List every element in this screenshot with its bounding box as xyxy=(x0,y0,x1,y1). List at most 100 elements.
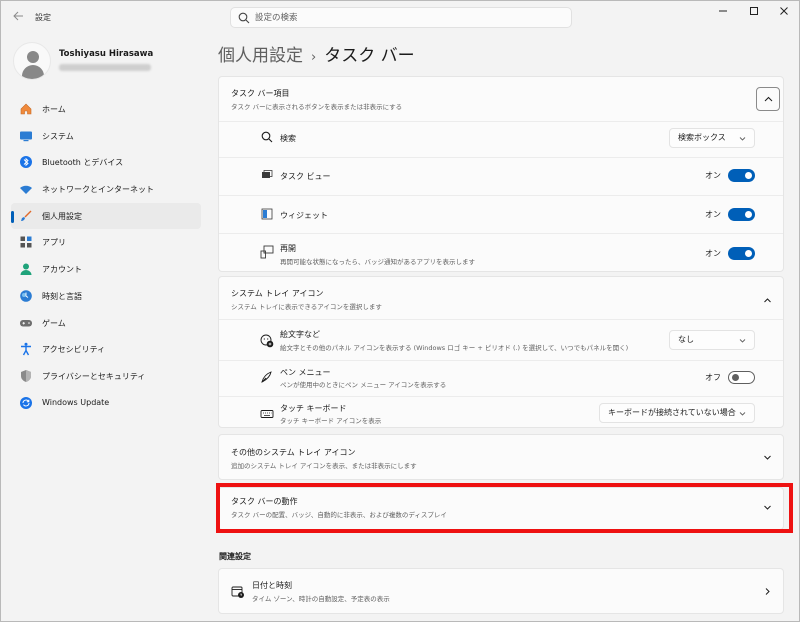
dropdown-value: 検索ボックス xyxy=(678,133,726,142)
search-input[interactable] xyxy=(255,10,555,26)
apps-icon xyxy=(20,236,32,248)
card-subtitle: タスク バーに表示されるボタンを表示または非表示にする xyxy=(231,103,403,111)
sidebar-item-accessibility[interactable]: アクセシビリティ xyxy=(11,336,201,363)
close-button[interactable] xyxy=(769,5,799,23)
chevron-up-icon[interactable] xyxy=(763,296,772,305)
widgets-icon xyxy=(261,208,275,222)
dropdown-value: なし xyxy=(678,335,694,344)
emoji-icon xyxy=(260,334,274,348)
card-title: タスク バー項目 xyxy=(231,89,290,98)
divider xyxy=(219,360,783,361)
chevron-down-icon xyxy=(739,339,746,343)
sidebar-item-gaming[interactable]: ゲーム xyxy=(11,310,201,337)
settings-window: 設定 Toshiyasu Hirasawa ホーム システム xyxy=(0,0,800,622)
gamepad-icon xyxy=(20,319,32,326)
divider xyxy=(219,157,783,158)
sidebar-item-bluetooth[interactable]: Bluetooth とデバイス xyxy=(11,149,201,176)
sidebar-item-label: ゲーム xyxy=(42,318,66,328)
divider xyxy=(219,319,783,320)
touch-keyboard-dropdown[interactable]: キーボードが接続されていない場合 xyxy=(599,403,755,423)
page-title: 個人用設定 › タスク バー xyxy=(218,41,415,66)
toggle-state-label: オフ xyxy=(705,373,721,382)
toggle-state-label: オン xyxy=(705,171,721,180)
sidebar-item-home[interactable]: ホーム xyxy=(11,96,201,123)
bluetooth-icon xyxy=(20,156,32,169)
row-label-date-time: 日付と時刻 xyxy=(252,581,292,590)
highlight-box xyxy=(216,483,793,533)
sidebar-item-label: Bluetooth とデバイス xyxy=(42,158,124,168)
row-label-search: 検索 xyxy=(280,134,296,143)
pen-menu-toggle[interactable] xyxy=(728,371,755,384)
sidebar-item-label: システム xyxy=(42,131,74,141)
sidebar-item-label: アカウント xyxy=(42,265,82,275)
sidebar-item-label: ネットワークとインターネット xyxy=(42,185,154,195)
task-view-icon xyxy=(261,169,275,183)
row-sub-touch-keyboard: タッチ キーボード アイコンを表示 xyxy=(280,417,382,425)
breadcrumb-current: タスク バー xyxy=(324,46,415,66)
pen-icon xyxy=(260,370,274,384)
toggle-state-label: オン xyxy=(705,210,721,219)
other-tray-icons-card[interactable]: その他のシステム トレイ アイコン 追加のシステム トレイ アイコンを表示、また… xyxy=(218,434,784,480)
card-subtitle: 追加のシステム トレイ アイコンを表示、または非表示にします xyxy=(231,462,417,470)
collapse-button[interactable] xyxy=(756,87,780,111)
title-bar: 設定 xyxy=(1,1,799,33)
row-label-task-view: タスク ビュー xyxy=(280,172,331,181)
sidebar-nav: ホーム システム Bluetooth とデバイス ネットワークとインターネット … xyxy=(11,96,201,416)
system-tray-icons-card: システム トレイ アイコン システム トレイに表示できるアイコンを選択します 絵… xyxy=(218,276,784,428)
task-view-toggle[interactable] xyxy=(728,169,755,182)
row-sub-emoji: 絵文字とその他のパネル アイコンを表示する (Windows ロゴ キー + ピ… xyxy=(280,344,629,352)
taskbar-items-card: タスク バー項目 タスク バーに表示されるボタンを表示または非表示にする 検索 … xyxy=(218,76,784,272)
sidebar-item-time-language[interactable]: 時刻と言語 xyxy=(11,283,201,310)
minimize-icon xyxy=(719,10,727,12)
breadcrumb-parent[interactable]: 個人用設定 xyxy=(218,46,303,66)
sidebar-item-label: アプリ xyxy=(42,238,66,248)
sidebar-item-label: プライバシーとセキュリティ xyxy=(42,371,146,381)
divider xyxy=(219,121,783,122)
chevron-down-icon xyxy=(739,137,746,141)
row-sub-resume: 再開可能な状態になったら、バッジ通知があるアプリを表示します xyxy=(280,258,475,266)
related-date-time[interactable]: 日付と時刻 タイム ゾーン、時計の自動設定、予定表の表示 xyxy=(218,568,784,614)
time-language-icon xyxy=(20,290,32,302)
widgets-toggle[interactable] xyxy=(728,208,755,221)
sidebar-item-privacy[interactable]: プライバシーとセキュリティ xyxy=(11,363,201,390)
sidebar-item-label: Windows Update xyxy=(42,397,110,407)
back-button[interactable] xyxy=(9,8,27,26)
chevron-down-icon[interactable] xyxy=(763,453,772,462)
sidebar-item-label: ホーム xyxy=(42,105,66,114)
sidebar-item-network[interactable]: ネットワークとインターネット xyxy=(11,176,201,203)
user-email-redacted xyxy=(59,64,151,71)
search-box[interactable] xyxy=(230,7,572,28)
minimize-button[interactable] xyxy=(708,5,738,23)
arrow-left-icon xyxy=(12,11,23,21)
sidebar-item-accounts[interactable]: アカウント xyxy=(11,256,201,283)
search-style-dropdown[interactable]: 検索ボックス xyxy=(669,128,755,148)
row-label-pen-menu: ペン メニュー xyxy=(280,368,331,377)
avatar-head xyxy=(27,51,39,63)
sidebar-item-windows-update[interactable]: Windows Update xyxy=(11,390,201,417)
row-sub-date-time: タイム ゾーン、時計の自動設定、予定表の表示 xyxy=(252,595,390,603)
sidebar-item-system[interactable]: システム xyxy=(11,123,201,150)
maximize-button[interactable] xyxy=(739,5,769,23)
sidebar-item-label: 個人用設定 xyxy=(42,211,82,221)
toggle-state-label: オン xyxy=(705,249,721,258)
divider xyxy=(219,195,783,196)
system-icon xyxy=(20,131,32,141)
emoji-dropdown[interactable]: なし xyxy=(669,330,755,350)
avatar xyxy=(13,42,51,80)
sidebar-item-label: アクセシビリティ xyxy=(42,345,106,355)
user-profile[interactable]: Toshiyasu Hirasawa xyxy=(13,42,213,80)
row-sub-pen-menu: ペンが使用中のときにペン メニュー アイコンを表示する xyxy=(280,381,447,389)
chevron-right-icon[interactable] xyxy=(763,587,772,596)
breadcrumb-separator: › xyxy=(311,50,317,65)
search-icon xyxy=(238,12,250,24)
resume-toggle[interactable] xyxy=(728,247,755,260)
sidebar-item-apps[interactable]: アプリ xyxy=(11,229,201,256)
chevron-down-icon xyxy=(739,412,746,416)
keyboard-icon xyxy=(260,407,274,421)
sidebar-item-label: 時刻と言語 xyxy=(42,291,82,301)
sidebar-item-personalization[interactable]: 個人用設定 xyxy=(11,202,201,230)
avatar-body xyxy=(22,65,44,79)
calendar-clock-icon xyxy=(231,585,245,599)
card-title: その他のシステム トレイ アイコン xyxy=(231,448,356,457)
account-icon xyxy=(20,263,32,276)
